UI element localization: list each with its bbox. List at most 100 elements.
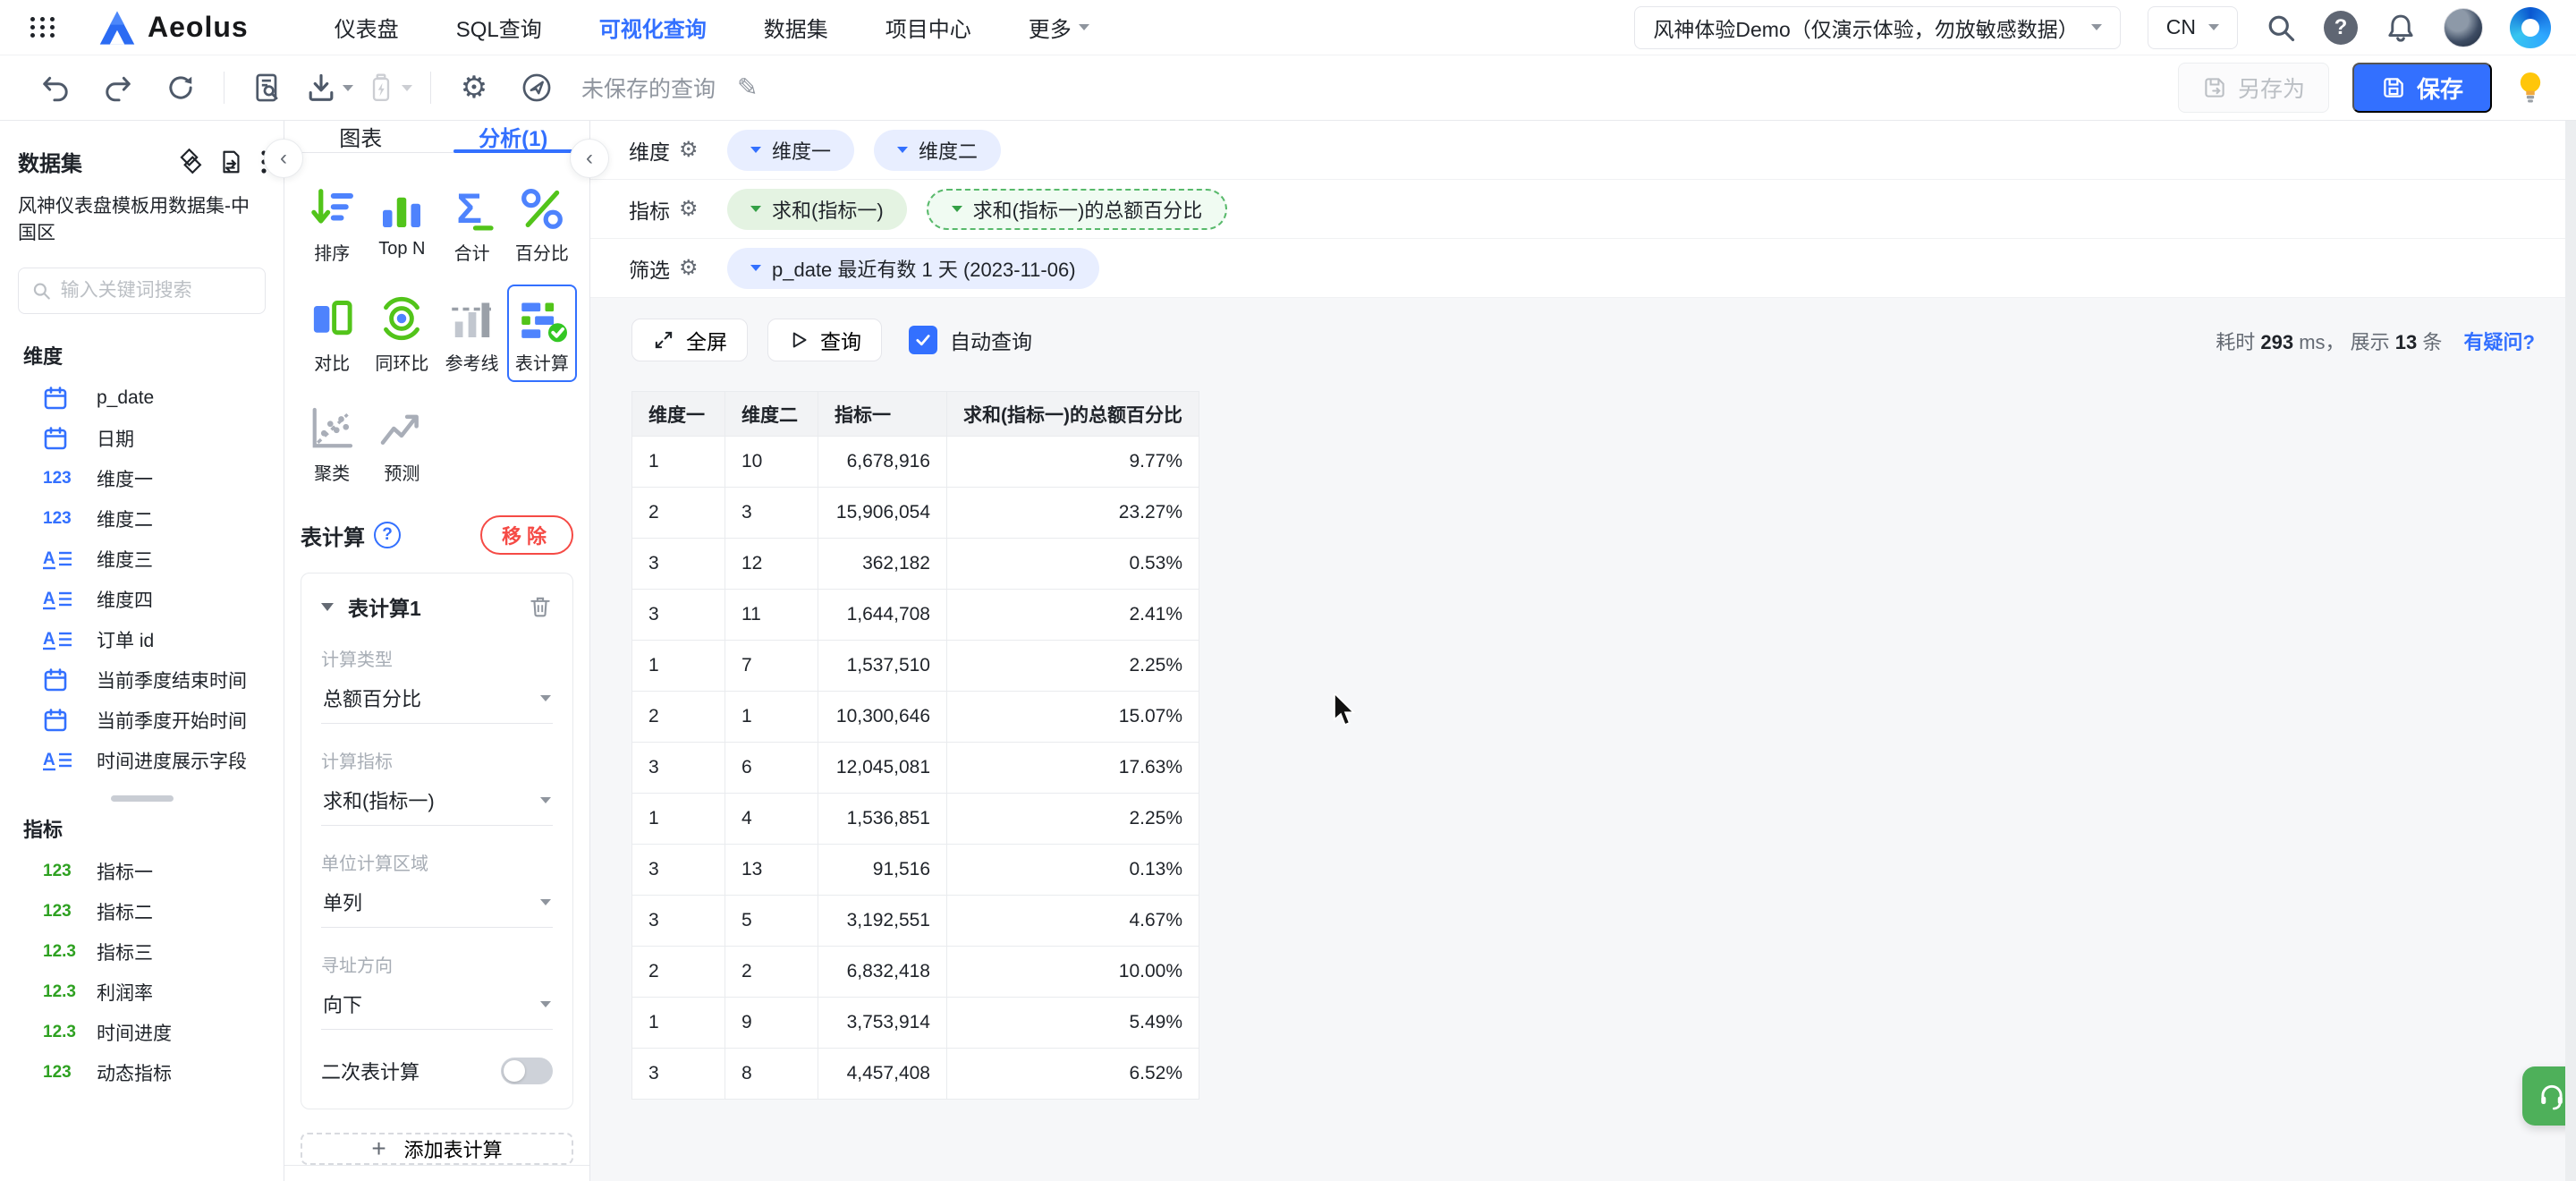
table-row[interactable]: 3612,045,08117.63%	[632, 743, 1199, 794]
tool-reference-line[interactable]: 参考线	[437, 285, 507, 382]
lightbulb-icon[interactable]	[2515, 70, 2546, 106]
product-ring-icon[interactable]	[2510, 7, 2551, 48]
dimension-field-item[interactable]: A时间进度展示字段	[0, 741, 284, 781]
collapse-analysis-panel-icon[interactable]: ‹	[570, 139, 609, 178]
table-row[interactable]: 171,537,5102.25%	[632, 641, 1199, 692]
project-selector[interactable]: 风神体验Demo（仅演示体验，勿放敏感数据）	[1634, 6, 2120, 49]
column-header[interactable]: 指标一	[818, 392, 947, 437]
save-button[interactable]: 保存	[2352, 63, 2492, 113]
tool-compare[interactable]: 对比	[297, 285, 367, 382]
collapse-caret-icon[interactable]	[321, 603, 334, 611]
tool-sort[interactable]: 排序	[297, 174, 367, 272]
column-header[interactable]: 求和(指标一)的总额百分比	[947, 392, 1199, 437]
add-table-calc-button[interactable]: + 添加表计算	[301, 1133, 573, 1165]
switch-dataset-icon[interactable]	[176, 149, 203, 175]
dimension-pill[interactable]: 维度一	[727, 130, 854, 171]
search-icon[interactable]	[2265, 12, 2297, 44]
nav-item-2[interactable]: 可视化查询	[599, 12, 707, 43]
run-query-button[interactable]: 查询	[767, 319, 882, 361]
feedback-link[interactable]: 有疑问?	[2464, 331, 2535, 353]
remove-table-calc-button[interactable]: 移除	[480, 515, 573, 555]
auto-query-toggle[interactable]: 自动查询	[909, 325, 1032, 355]
metric-field-item[interactable]: 123动态指标	[0, 1053, 284, 1093]
tool-cluster[interactable]: 聚类	[297, 395, 367, 492]
column-header[interactable]: 维度二	[725, 392, 818, 437]
trash-icon[interactable]	[528, 594, 553, 619]
dimension-field-item[interactable]: 123维度一	[0, 459, 284, 499]
brand-logo[interactable]: Aeolus	[97, 10, 249, 46]
settings-gear-icon[interactable]: ⚙︎	[449, 63, 499, 113]
dimension-field-item[interactable]: A订单 id	[0, 620, 284, 660]
tool-sum[interactable]: Σ合计	[437, 174, 507, 272]
dimension-pill[interactable]: 维度二	[874, 130, 1001, 171]
locale-selector[interactable]: CN	[2148, 6, 2238, 49]
table-row[interactable]: 3111,644,7082.41%	[632, 590, 1199, 641]
gear-icon[interactable]: ⚙︎	[679, 258, 699, 279]
metric-field-item[interactable]: 12.3指标三	[0, 932, 284, 973]
help-circle-icon[interactable]: ?	[374, 522, 401, 548]
tool-period-ratio[interactable]: 同环比	[367, 285, 436, 382]
tool-table-calc[interactable]: 表计算	[507, 285, 577, 382]
dimension-field-item[interactable]: 当前季度结束时间	[0, 660, 284, 701]
dimension-field-item[interactable]: A维度四	[0, 580, 284, 620]
accelerate-menu-disabled[interactable]	[366, 72, 412, 103]
field-search-input[interactable]	[61, 280, 252, 302]
measure-pill[interactable]: 求和(指标一)	[727, 189, 907, 230]
column-header[interactable]: 维度一	[632, 392, 725, 437]
dimension-field-item[interactable]: p_date	[0, 378, 284, 419]
calc-field-select[interactable]: 单列	[321, 875, 553, 928]
share-icon[interactable]	[512, 63, 562, 113]
dimension-field-item[interactable]: 当前季度开始时间	[0, 701, 284, 741]
dimension-field-item[interactable]: 123维度二	[0, 499, 284, 540]
checkbox-checked-icon[interactable]	[909, 326, 937, 354]
apps-grid-icon[interactable]	[30, 17, 56, 38]
table-row[interactable]: 2315,906,05423.27%	[632, 488, 1199, 539]
metric-field-item[interactable]: 12.3利润率	[0, 973, 284, 1013]
gear-icon[interactable]: ⚙︎	[679, 140, 699, 161]
table-row[interactable]: 1106,678,9169.77%	[632, 437, 1199, 488]
bell-icon[interactable]	[2385, 12, 2417, 44]
tab-analysis[interactable]: 分析(1)	[437, 121, 590, 152]
dimension-field-item[interactable]: 日期	[0, 419, 284, 459]
table-row[interactable]: 312362,1820.53%	[632, 539, 1199, 590]
calc-field-select[interactable]: 求和(指标一)	[321, 773, 553, 826]
nav-item-1[interactable]: SQL查询	[456, 12, 542, 43]
collapse-dataset-panel-icon[interactable]: ‹	[264, 139, 303, 178]
user-avatar[interactable]	[2444, 8, 2483, 47]
measure-dashed-pill[interactable]: 求和(指标一)的总额百分比	[927, 189, 1228, 230]
tool-forecast[interactable]: 预测	[367, 395, 436, 492]
gear-icon[interactable]: ⚙︎	[679, 199, 699, 220]
table-row[interactable]: 2110,300,64615.07%	[632, 692, 1199, 743]
fullscreen-button[interactable]: 全屏	[631, 319, 748, 361]
table-row[interactable]: 353,192,5514.67%	[632, 896, 1199, 947]
refresh-icon[interactable]	[156, 63, 206, 113]
table-row[interactable]: 384,457,4086.52%	[632, 1049, 1199, 1100]
redo-icon[interactable]	[93, 63, 143, 113]
undo-icon[interactable]	[30, 63, 80, 113]
tool-topn[interactable]: Top N	[367, 174, 436, 272]
secondary-calc-toggle[interactable]	[501, 1058, 553, 1084]
save-as-button[interactable]: 另存为	[2178, 63, 2329, 113]
filter-pill[interactable]: p_date 最近有数 1 天 (2023-11-06)	[727, 248, 1099, 289]
metric-field-item[interactable]: 123指标一	[0, 852, 284, 892]
table-row[interactable]: 193,753,9145.49%	[632, 998, 1199, 1049]
calc-field-select[interactable]: 向下	[321, 977, 553, 1030]
help-icon[interactable]: ?	[2324, 11, 2358, 45]
calc-field-select[interactable]: 总额百分比	[321, 671, 553, 724]
panel-resize-handle[interactable]	[111, 795, 174, 802]
download-menu[interactable]	[305, 72, 353, 104]
metric-field-item[interactable]: 123指标二	[0, 892, 284, 932]
metric-field-item[interactable]: 12.3时间进度	[0, 1013, 284, 1053]
edit-pencil-icon[interactable]: ✎	[737, 75, 758, 100]
tool-percent[interactable]: 百分比	[507, 174, 577, 272]
page-scrollbar[interactable]	[2565, 121, 2576, 1181]
nav-item-3[interactable]: 数据集	[764, 12, 828, 43]
table-row[interactable]: 31391,5160.13%	[632, 845, 1199, 896]
table-row[interactable]: 226,832,41810.00%	[632, 947, 1199, 998]
table-row[interactable]: 141,536,8512.25%	[632, 794, 1199, 845]
nav-item-5[interactable]: 更多	[1029, 12, 1089, 43]
tab-chart[interactable]: 图表	[284, 121, 437, 152]
export-dataset-icon[interactable]	[217, 149, 244, 175]
nav-item-4[interactable]: 项目中心	[886, 12, 971, 43]
query-log-icon[interactable]	[242, 63, 292, 113]
